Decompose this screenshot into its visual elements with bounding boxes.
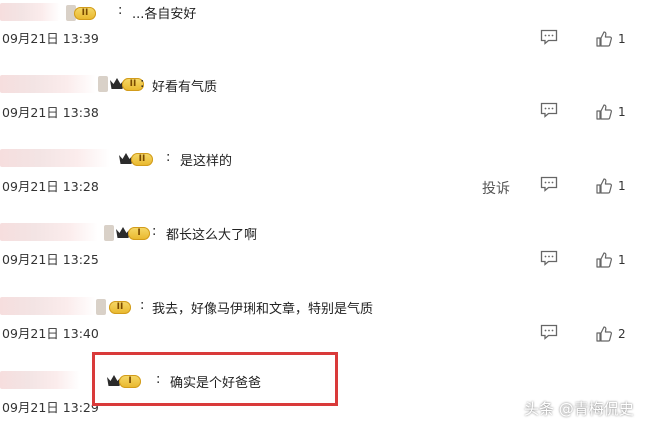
level-badge: I — [104, 224, 150, 242]
comment-time: 09月21日 13:39 — [2, 31, 99, 46]
comment-colon: : — [140, 76, 145, 91]
comment-row: I : 都长这么大了啊 09月21日 13:25 1 — [0, 222, 660, 296]
comment-colon: : — [118, 3, 123, 18]
like-count: 1 — [618, 32, 626, 46]
comment-time: 09月21日 13:28 — [2, 179, 99, 194]
level-badge: II — [96, 298, 131, 316]
thumbs-up-icon[interactable] — [596, 31, 612, 47]
reply-icon[interactable] — [540, 102, 558, 118]
comment-colon: : — [140, 298, 145, 313]
thumbs-up-icon[interactable] — [596, 252, 612, 268]
like-count: 1 — [618, 105, 626, 119]
comment-row: II : 是这样的 09月21日 13:28 投诉 1 — [0, 148, 660, 222]
like-count: 2 — [618, 327, 626, 341]
comment-text: 都长这么大了啊 — [166, 228, 258, 243]
like-count: 1 — [618, 179, 626, 193]
reply-icon[interactable] — [540, 29, 558, 45]
level-badge-label: II — [74, 6, 96, 20]
level-badge-label: II — [131, 152, 153, 166]
level-badge: II — [118, 150, 153, 168]
level-badge-label: II — [109, 300, 131, 314]
username-blurred[interactable] — [0, 149, 110, 167]
username-blurred[interactable] — [0, 371, 80, 389]
comment-time: 09月21日 13:40 — [2, 326, 99, 341]
like-count: 1 — [618, 253, 626, 267]
comment-text: 我去，好像马伊琍和文章，特别是气质 — [152, 302, 374, 317]
reply-icon[interactable] — [540, 176, 558, 192]
comment-text: 是这样的 — [180, 154, 233, 169]
level-badge: II — [98, 75, 144, 93]
comment-time: 09月21日 13:29 — [2, 400, 99, 415]
thumbs-up-icon[interactable] — [596, 104, 612, 120]
comment-colon: : — [152, 224, 157, 239]
username-blurred[interactable] — [0, 75, 96, 93]
level-badge-label: I — [128, 226, 150, 240]
reply-icon[interactable] — [540, 324, 558, 340]
comment-time: 09月21日 13:25 — [2, 252, 99, 267]
comment-text: 好看有气质 — [152, 80, 218, 95]
comment-time: 09月21日 13:38 — [2, 105, 99, 120]
comment-row: II : 好看有气质 09月21日 13:38 1 — [0, 74, 660, 148]
report-button[interactable]: 投诉 — [482, 178, 510, 198]
comment-colon: : — [166, 150, 171, 165]
username-blurred[interactable] — [0, 223, 98, 241]
reply-icon[interactable] — [540, 250, 558, 266]
thumbs-up-icon[interactable] — [596, 178, 612, 194]
watermark: 头条 @青梅侃史 — [524, 400, 634, 418]
thumbs-up-icon[interactable] — [596, 326, 612, 342]
username-blurred[interactable] — [0, 297, 96, 315]
comment-text: ...各自安好 — [132, 7, 197, 22]
level-badge: II — [66, 4, 96, 22]
highlight-box — [92, 352, 338, 406]
comment-row: II : ...各自安好 09月21日 13:39 1 — [0, 0, 660, 74]
username-blurred[interactable] — [0, 3, 60, 21]
